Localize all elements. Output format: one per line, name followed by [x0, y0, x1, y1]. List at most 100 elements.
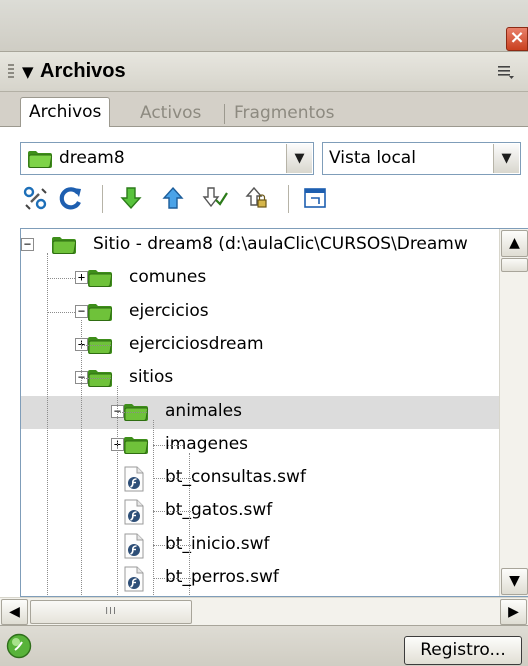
tree-guide-line [81, 344, 111, 346]
swf-file-icon [123, 566, 145, 592]
chevron-down-icon: ▼ [509, 573, 520, 589]
chevron-down-icon[interactable]: ▼ [286, 144, 312, 173]
swf-file-icon [123, 499, 145, 525]
view-select[interactable]: Vista local ▼ [322, 142, 521, 175]
tree-item-label: animales [165, 400, 242, 421]
folder-icon [87, 302, 113, 322]
tree-row[interactable]: + comunes [21, 262, 499, 295]
tree-guide-line [117, 386, 118, 596]
tree-item-label: ejercicios [129, 300, 209, 321]
site-select-value: dream8 [59, 148, 125, 168]
tree-row[interactable]: + imagenes [21, 429, 499, 462]
check-out-button[interactable] [200, 183, 230, 213]
tree-item-label: bt_consultas.swf [165, 467, 306, 488]
tree-item-label: imagenes [165, 433, 249, 454]
grip-handle[interactable] [8, 64, 14, 80]
tab-separator [224, 104, 225, 124]
tree-guide-line [47, 311, 75, 313]
site-folder-icon [28, 151, 53, 168]
file-tree-viewport: − Sitio - dream8 (d:\aulaClic\CURSOS\Drea… [21, 229, 499, 596]
file-tree[interactable]: − Sitio - dream8 (d:\aulaClic\CURSOS\Drea… [20, 228, 528, 597]
refresh-button[interactable] [56, 183, 86, 213]
tree-guide-line [153, 544, 193, 546]
tree-item-label: bt_gatos.swf [165, 500, 273, 521]
check-in-button[interactable] [242, 183, 272, 213]
tree-guide-line [47, 278, 75, 280]
chevron-down-icon[interactable]: ▼ [493, 144, 519, 173]
tree-item-label: comunes [129, 267, 207, 288]
tree-guide-line [153, 511, 193, 513]
tab-activos[interactable]: Activos [134, 100, 207, 127]
tab-fragmentos[interactable]: Fragmentos [228, 100, 340, 127]
chevron-left-icon: ◀ [9, 604, 20, 620]
tree-item-label: ejerciciosdream [129, 333, 264, 354]
swf-file-icon [123, 466, 145, 492]
scroll-left-button[interactable]: ◀ [1, 599, 28, 625]
view-select-value: Vista local [329, 148, 416, 168]
status-bar: Registro... [0, 625, 528, 666]
panel-header[interactable]: ▼ Archivos [0, 52, 528, 92]
tree-guide-line [153, 478, 193, 480]
tree-guide-line [153, 419, 154, 596]
site-status-icon[interactable] [6, 633, 32, 659]
tree-guide-line [117, 411, 147, 413]
scroll-down-button[interactable]: ▼ [501, 568, 528, 595]
collapse-icon[interactable]: − [21, 238, 34, 251]
connect-button[interactable] [20, 183, 50, 213]
scroll-up-button[interactable]: ▲ [501, 230, 528, 257]
panel-title: Archivos [40, 60, 126, 82]
get-files-button[interactable] [116, 183, 146, 213]
folder-icon [123, 435, 149, 455]
options-menu-icon[interactable] [497, 64, 515, 80]
tree-item-label: bt_perros.swf [165, 567, 279, 587]
toolbar-separator [288, 185, 289, 213]
scroll-right-button[interactable]: ▶ [500, 599, 527, 625]
check-out-icon [202, 187, 228, 208]
swf-file-icon [123, 533, 145, 559]
collapse-triangle-icon[interactable]: ▼ [22, 63, 34, 81]
registro-button[interactable]: Registro... [404, 636, 522, 665]
tree-item-label: sitios [129, 367, 174, 388]
site-select[interactable]: dream8 ▼ [20, 142, 314, 175]
tree-row[interactable]: bt_gatos.swf [21, 495, 499, 528]
tree-item-label: Sitio - dream8 (d:\aulaClic\CURSOS\Dream… [93, 234, 468, 254]
put-files-button[interactable] [158, 183, 188, 213]
tree-row[interactable]: − animales [21, 395, 499, 429]
vertical-scrollbar[interactable]: ▲ ▼ [499, 229, 528, 596]
vertical-scroll-thumb[interactable] [501, 258, 528, 272]
refresh-icon [59, 187, 81, 210]
chevron-up-icon: ▲ [509, 235, 520, 251]
tree-guide-line [81, 319, 82, 596]
tree-row[interactable]: bt_inicio.swf [21, 529, 499, 562]
close-icon: × [509, 27, 525, 48]
close-button[interactable]: × [506, 27, 528, 51]
folder-icon [51, 235, 77, 255]
toolbar-separator [102, 185, 103, 213]
files-panel-content: dream8 ▼ Vista local ▼ − Sitio - dream8 … [0, 127, 528, 625]
files-toolbar [0, 177, 528, 219]
horizontal-scrollbar[interactable]: ◀ III ▶ [0, 597, 528, 625]
tree-guide-line [47, 253, 48, 596]
tree-item-label: bt_inicio.swf [165, 533, 270, 554]
scroll-grip-icon: III [105, 606, 117, 617]
tree-row[interactable]: − Sitio - dream8 (d:\aulaClic\CURSOS\Drea… [21, 229, 499, 262]
expand-panel-button[interactable] [300, 183, 330, 213]
expand-panel-icon [304, 188, 326, 208]
tree-guide-line [189, 452, 190, 596]
folder-icon [87, 268, 113, 288]
tree-guide-line [81, 378, 111, 380]
put-icon [162, 186, 184, 209]
tab-archivos[interactable]: Archivos [20, 97, 111, 128]
tree-row[interactable]: − ejercicios [21, 296, 499, 329]
chevron-right-icon: ▶ [508, 604, 519, 620]
connect-icon [23, 186, 47, 210]
tree-guide-line [153, 578, 193, 579]
get-icon [120, 187, 142, 210]
tree-guide-line [153, 444, 183, 446]
tree-row[interactable]: bt_perros.swf [21, 562, 499, 595]
horizontal-scroll-thumb[interactable]: III [30, 600, 192, 624]
window-title-bar: × [0, 0, 528, 52]
tab-bar: Archivos Activos Fragmentos [0, 92, 528, 128]
check-in-icon [245, 186, 267, 208]
tree-row[interactable]: bt_consultas.swf [21, 462, 499, 495]
